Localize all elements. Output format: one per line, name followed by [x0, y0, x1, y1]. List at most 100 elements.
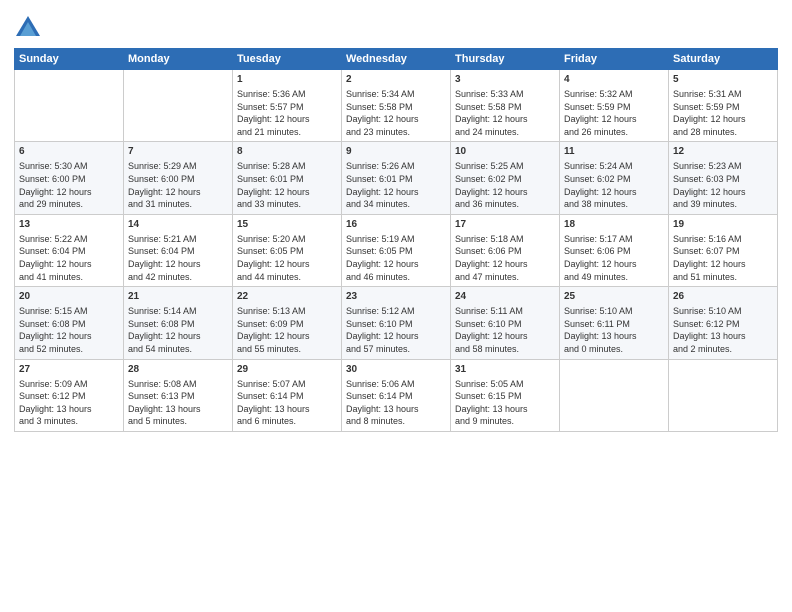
header-cell-tuesday: Tuesday [233, 49, 342, 70]
calendar-cell: 9Sunrise: 5:26 AMSunset: 6:01 PMDaylight… [342, 142, 451, 214]
day-info-line: Daylight: 12 hours [19, 186, 119, 199]
day-info-line: Sunrise: 5:18 AM [455, 233, 555, 246]
day-info-line: and 36 minutes. [455, 198, 555, 211]
day-info-line: Sunset: 6:07 PM [673, 245, 773, 258]
day-number: 19 [673, 218, 773, 232]
day-info-line: Sunset: 6:02 PM [564, 173, 664, 186]
day-info-line: Sunrise: 5:13 AM [237, 305, 337, 318]
day-number: 8 [237, 145, 337, 159]
day-info-line: and 5 minutes. [128, 415, 228, 428]
day-info-line: Sunset: 6:01 PM [237, 173, 337, 186]
logo-icon [14, 14, 42, 42]
day-info-line: Daylight: 12 hours [564, 186, 664, 199]
day-number: 23 [346, 290, 446, 304]
calendar-cell: 12Sunrise: 5:23 AMSunset: 6:03 PMDayligh… [669, 142, 778, 214]
day-info-line: Daylight: 12 hours [455, 113, 555, 126]
calendar-cell: 27Sunrise: 5:09 AMSunset: 6:12 PMDayligh… [15, 359, 124, 431]
calendar-cell: 24Sunrise: 5:11 AMSunset: 6:10 PMDayligh… [451, 287, 560, 359]
day-info-line: and 6 minutes. [237, 415, 337, 428]
day-info-line: Sunset: 5:58 PM [455, 101, 555, 114]
calendar-cell: 17Sunrise: 5:18 AMSunset: 6:06 PMDayligh… [451, 214, 560, 286]
day-info-line: Sunset: 5:58 PM [346, 101, 446, 114]
day-info-line: Sunrise: 5:29 AM [128, 160, 228, 173]
day-info-line: and 47 minutes. [455, 271, 555, 284]
day-info-line: Sunrise: 5:25 AM [455, 160, 555, 173]
calendar-cell: 20Sunrise: 5:15 AMSunset: 6:08 PMDayligh… [15, 287, 124, 359]
day-info-line: Daylight: 12 hours [19, 330, 119, 343]
calendar-cell: 16Sunrise: 5:19 AMSunset: 6:05 PMDayligh… [342, 214, 451, 286]
day-number: 25 [564, 290, 664, 304]
day-info-line: Sunrise: 5:31 AM [673, 88, 773, 101]
day-info-line: and 52 minutes. [19, 343, 119, 356]
header-cell-saturday: Saturday [669, 49, 778, 70]
day-info-line: Daylight: 12 hours [564, 258, 664, 271]
calendar-cell: 19Sunrise: 5:16 AMSunset: 6:07 PMDayligh… [669, 214, 778, 286]
day-info-line: and 9 minutes. [455, 415, 555, 428]
day-info-line: and 39 minutes. [673, 198, 773, 211]
day-number: 29 [237, 363, 337, 377]
day-info-line: Sunset: 6:04 PM [128, 245, 228, 258]
day-info-line: and 46 minutes. [346, 271, 446, 284]
day-info-line: and 24 minutes. [455, 126, 555, 139]
calendar-cell: 6Sunrise: 5:30 AMSunset: 6:00 PMDaylight… [15, 142, 124, 214]
day-number: 9 [346, 145, 446, 159]
day-info-line: and 0 minutes. [564, 343, 664, 356]
calendar-cell: 10Sunrise: 5:25 AMSunset: 6:02 PMDayligh… [451, 142, 560, 214]
header-cell-wednesday: Wednesday [342, 49, 451, 70]
day-info-line: Sunrise: 5:32 AM [564, 88, 664, 101]
day-info-line: Daylight: 13 hours [128, 403, 228, 416]
day-info-line: Sunrise: 5:16 AM [673, 233, 773, 246]
day-info-line: Daylight: 13 hours [19, 403, 119, 416]
calendar-cell: 23Sunrise: 5:12 AMSunset: 6:10 PMDayligh… [342, 287, 451, 359]
day-number: 5 [673, 73, 773, 87]
calendar-cell: 18Sunrise: 5:17 AMSunset: 6:06 PMDayligh… [560, 214, 669, 286]
calendar-cell [560, 359, 669, 431]
calendar-cell: 11Sunrise: 5:24 AMSunset: 6:02 PMDayligh… [560, 142, 669, 214]
page-container: SundayMondayTuesdayWednesdayThursdayFrid… [0, 0, 792, 438]
day-number: 12 [673, 145, 773, 159]
day-info-line: and 23 minutes. [346, 126, 446, 139]
day-number: 21 [128, 290, 228, 304]
week-row-4: 20Sunrise: 5:15 AMSunset: 6:08 PMDayligh… [15, 287, 778, 359]
day-info-line: Sunset: 6:00 PM [128, 173, 228, 186]
day-info-line: Sunrise: 5:11 AM [455, 305, 555, 318]
calendar-cell: 8Sunrise: 5:28 AMSunset: 6:01 PMDaylight… [233, 142, 342, 214]
day-info-line: Daylight: 12 hours [346, 258, 446, 271]
day-number: 2 [346, 73, 446, 87]
day-number: 11 [564, 145, 664, 159]
header-cell-thursday: Thursday [451, 49, 560, 70]
day-number: 18 [564, 218, 664, 232]
day-info-line: Daylight: 12 hours [564, 113, 664, 126]
day-number: 10 [455, 145, 555, 159]
calendar-body: 1Sunrise: 5:36 AMSunset: 5:57 PMDaylight… [15, 70, 778, 432]
day-number: 4 [564, 73, 664, 87]
day-info-line: and 28 minutes. [673, 126, 773, 139]
day-info-line: Daylight: 12 hours [455, 330, 555, 343]
day-info-line: Daylight: 12 hours [19, 258, 119, 271]
day-info-line: and 58 minutes. [455, 343, 555, 356]
day-info-line: Daylight: 12 hours [346, 113, 446, 126]
day-info-line: Sunset: 5:57 PM [237, 101, 337, 114]
day-info-line: Sunset: 5:59 PM [564, 101, 664, 114]
day-info-line: Daylight: 12 hours [237, 113, 337, 126]
day-info-line: Daylight: 12 hours [237, 258, 337, 271]
calendar-cell: 28Sunrise: 5:08 AMSunset: 6:13 PMDayligh… [124, 359, 233, 431]
day-info-line: Sunset: 6:12 PM [19, 390, 119, 403]
day-info-line: Sunrise: 5:08 AM [128, 378, 228, 391]
day-info-line: Sunset: 6:06 PM [564, 245, 664, 258]
day-number: 3 [455, 73, 555, 87]
calendar-cell: 14Sunrise: 5:21 AMSunset: 6:04 PMDayligh… [124, 214, 233, 286]
day-info-line: Daylight: 12 hours [128, 258, 228, 271]
day-info-line: Sunset: 6:14 PM [346, 390, 446, 403]
day-info-line: Daylight: 12 hours [237, 186, 337, 199]
day-info-line: Sunrise: 5:06 AM [346, 378, 446, 391]
week-row-3: 13Sunrise: 5:22 AMSunset: 6:04 PMDayligh… [15, 214, 778, 286]
day-number: 24 [455, 290, 555, 304]
calendar-cell [669, 359, 778, 431]
day-info-line: and 42 minutes. [128, 271, 228, 284]
day-info-line: Daylight: 12 hours [455, 258, 555, 271]
day-number: 16 [346, 218, 446, 232]
day-info-line: Sunset: 6:10 PM [455, 318, 555, 331]
day-info-line: and 49 minutes. [564, 271, 664, 284]
day-info-line: and 57 minutes. [346, 343, 446, 356]
